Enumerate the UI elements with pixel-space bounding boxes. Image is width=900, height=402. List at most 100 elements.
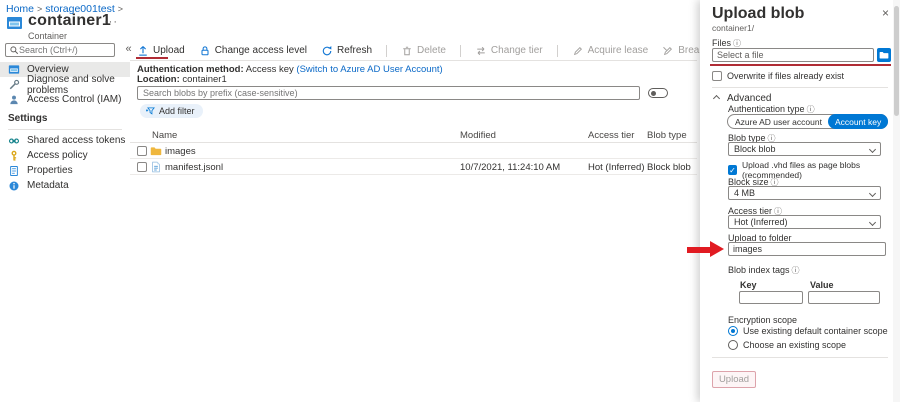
column-header-modified[interactable]: Modified	[460, 130, 496, 141]
close-icon[interactable]: ×	[882, 6, 889, 20]
file-select-input[interactable]	[712, 48, 874, 62]
delete-button[interactable]: Delete	[401, 45, 446, 57]
sidebar-item-label: Shared access tokens	[27, 135, 125, 146]
row-checkbox[interactable]	[137, 162, 147, 172]
block-size-select[interactable]: 4 MB	[728, 186, 881, 200]
access-tier-select[interactable]: Hot (Inferred)	[728, 215, 881, 229]
refresh-icon	[321, 45, 333, 57]
blob-name[interactable]: images	[165, 146, 196, 157]
chevron-down-icon	[869, 218, 876, 225]
page-title: container1	[28, 12, 111, 30]
tag-value-input[interactable]	[808, 291, 880, 304]
upload-icon	[137, 45, 149, 57]
acquire-lease-button[interactable]: Acquire lease	[572, 45, 649, 57]
tags-key-header: Key	[740, 280, 757, 290]
upload-toolbar-button[interactable]: Upload	[137, 45, 185, 57]
vhd-checkbox[interactable]: ✓	[728, 165, 737, 175]
blob-modified: 10/7/2021, 11:24:10 AM	[460, 162, 560, 173]
breadcrumb-separator: >	[118, 4, 123, 14]
sidebar-item-label: Access Control (IAM)	[27, 94, 121, 105]
azure-portal-page: Home>storage001test> container1 ··· Cont…	[0, 0, 900, 402]
document-icon	[8, 164, 21, 177]
more-options-icon[interactable]: ···	[104, 16, 118, 28]
sidebar-item-access-policy[interactable]: Access policy	[0, 148, 130, 163]
toolbar-label: Acquire lease	[588, 45, 649, 56]
blob-access-tier: Hot (Inferred)	[588, 162, 645, 173]
sidebar-item-access-control[interactable]: Access Control (IAM)	[0, 92, 130, 107]
column-header-access-tier[interactable]: Access tier	[588, 130, 634, 141]
upload-blob-panel: Upload blob × container1/ Filesⓘ Overwri…	[700, 0, 900, 402]
sidebar-collapse-button[interactable]: «	[121, 43, 136, 57]
column-header-name[interactable]: Name	[152, 130, 177, 141]
pencil-break-icon	[662, 45, 674, 57]
blob-search-box	[137, 86, 640, 100]
blob-name[interactable]: manifest.jsonl	[165, 162, 223, 173]
pencil-icon	[572, 45, 584, 57]
sidebar-item-shared-access-tokens[interactable]: Shared access tokens	[0, 133, 130, 148]
search-icon	[9, 45, 19, 55]
chevron-up-icon	[713, 95, 720, 102]
encryption-option-label: Choose an existing scope	[743, 340, 846, 350]
advanced-section-toggle[interactable]: Advanced	[714, 93, 771, 104]
info-tooltip-icon[interactable]: ⓘ	[807, 105, 815, 114]
panel-scrollbar[interactable]	[893, 0, 900, 402]
scrollbar-thumb[interactable]	[894, 6, 899, 116]
change-access-level-button[interactable]: Change access level	[199, 45, 307, 57]
sidebar-item-diagnose[interactable]: Diagnose and solve problems	[0, 77, 130, 92]
blob-search-input[interactable]	[138, 88, 618, 98]
blob-type-select[interactable]: Block blob	[728, 142, 881, 156]
change-tier-button[interactable]: Change tier	[475, 45, 543, 57]
switch-auth-link[interactable]: (Switch to Azure AD User Account)	[296, 64, 442, 75]
wrench-icon	[8, 78, 21, 91]
location-label: Location:	[137, 74, 180, 85]
toolbar-label: Delete	[417, 45, 446, 56]
auth-type-pill-toggle: Azure AD user account Account key	[727, 114, 888, 129]
refresh-button[interactable]: Refresh	[321, 45, 372, 57]
radio-unselected[interactable]	[728, 340, 738, 350]
sidebar-item-label: Metadata	[27, 180, 69, 191]
show-deleted-toggle[interactable]	[648, 88, 668, 98]
arrow-head	[710, 241, 724, 257]
browse-files-button[interactable]	[877, 48, 891, 62]
sidebar-search-input[interactable]	[19, 45, 105, 55]
panel-title: Upload blob	[712, 5, 804, 23]
auth-method-value: Access key	[246, 64, 294, 75]
arrow-shaft	[687, 247, 710, 253]
key-icon	[8, 149, 21, 162]
tag-key-input[interactable]	[739, 291, 803, 304]
lock-icon	[199, 45, 211, 57]
auth-option-azure-ad[interactable]: Azure AD user account	[728, 117, 828, 127]
info-tooltip-icon[interactable]: ⓘ	[792, 266, 800, 275]
auth-option-account-key[interactable]: Account key	[828, 114, 888, 129]
overwrite-label: Overwrite if files already exist	[727, 71, 844, 81]
upload-annotation-underline	[136, 57, 168, 59]
info-tooltip-icon[interactable]: ⓘ	[733, 39, 741, 48]
add-filter-label: Add filter	[159, 106, 195, 116]
toolbar-label: Change access level	[215, 45, 307, 56]
add-filter-button[interactable]: Add filter	[140, 104, 203, 118]
panel-subtitle: container1/	[712, 23, 754, 33]
table-row[interactable]: images	[130, 143, 697, 159]
toolbar-separator	[460, 45, 461, 57]
overwrite-option[interactable]: Overwrite if files already exist	[712, 71, 844, 81]
row-checkbox[interactable]	[137, 146, 147, 156]
overwrite-checkbox[interactable]	[712, 71, 722, 81]
upload-submit-button[interactable]: Upload	[712, 371, 756, 388]
annotation-arrow	[687, 241, 725, 258]
swap-icon	[475, 45, 487, 57]
block-size-value: 4 MB	[734, 188, 755, 198]
sidebar-divider	[8, 129, 122, 130]
column-header-blob-type[interactable]: Blob type	[647, 130, 687, 141]
blob-type-value: Block blob	[734, 144, 776, 154]
files-annotation-underline	[710, 64, 891, 66]
toolbar-label: Change tier	[491, 45, 543, 56]
radio-selected[interactable]	[728, 326, 738, 336]
encryption-option-default[interactable]: Use existing default container scope	[728, 326, 888, 336]
sidebar-item-metadata[interactable]: Metadata	[0, 178, 130, 193]
chevron-down-icon	[869, 189, 876, 196]
page-subtitle: Container	[28, 31, 67, 41]
table-row[interactable]: manifest.jsonl 10/7/2021, 11:24:10 AM Ho…	[130, 159, 697, 175]
encryption-option-existing[interactable]: Choose an existing scope	[728, 340, 846, 350]
sidebar-item-properties[interactable]: Properties	[0, 163, 130, 178]
upload-to-folder-input[interactable]	[728, 242, 886, 256]
